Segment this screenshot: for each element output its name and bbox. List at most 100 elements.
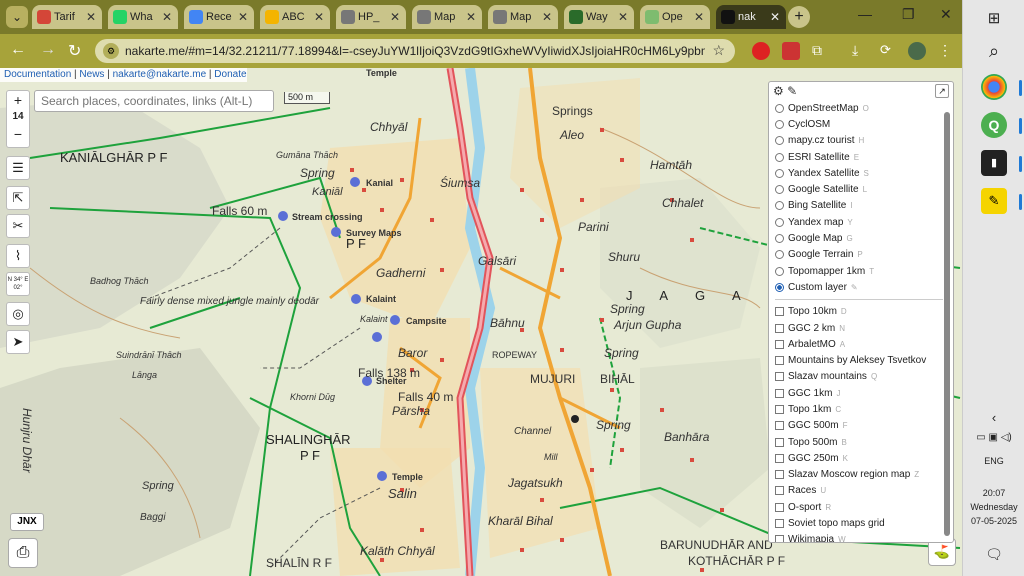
documentation-link[interactable]: Documentation xyxy=(4,69,71,80)
checkbox[interactable] xyxy=(775,535,784,542)
browser-tab[interactable]: nak ✕ xyxy=(716,5,786,29)
radio-button[interactable] xyxy=(775,152,784,162)
browser-tab[interactable]: Map ✕ xyxy=(488,5,558,29)
minimize-icon[interactable]: — xyxy=(858,6,872,22)
site-info-icon[interactable]: ⚙ xyxy=(103,43,119,59)
radio-button[interactable] xyxy=(775,136,784,146)
base-layer-option[interactable]: OpenStreetMap O xyxy=(775,100,943,116)
address-bar[interactable]: ⚙ nakarte.me/#m=14/32.21211/77.18994&l=-… xyxy=(95,39,735,63)
search-input[interactable] xyxy=(34,90,274,112)
browser-tab[interactable]: Ope ✕ xyxy=(640,5,710,29)
elevation-profile-icon[interactable]: ⌇ xyxy=(6,244,30,268)
checkbox[interactable] xyxy=(775,339,784,349)
overlay-layer-option[interactable]: Races U xyxy=(775,483,943,499)
print-icon[interactable]: ⎙ xyxy=(8,538,38,568)
radio-button[interactable] xyxy=(775,282,784,292)
radio-button[interactable] xyxy=(775,217,784,227)
panel-scrollbar[interactable] xyxy=(944,112,950,536)
overlay-layer-option[interactable]: Slazav mountains Q xyxy=(775,369,943,385)
checkbox[interactable] xyxy=(775,437,784,447)
overlay-layer-option[interactable]: GGC 1km J xyxy=(775,385,943,401)
close-window-icon[interactable]: ✕ xyxy=(940,6,952,23)
overlay-layer-option[interactable]: Topo 500m B xyxy=(775,434,943,450)
zoom-out-button[interactable]: − xyxy=(7,125,29,143)
radio-button[interactable] xyxy=(775,185,784,195)
checkbox[interactable] xyxy=(775,388,784,398)
menu-icon[interactable]: ⋮ xyxy=(938,42,956,60)
reload-button[interactable]: ↻ xyxy=(68,41,81,61)
language-indicator[interactable]: ENG xyxy=(963,456,1024,466)
browser-tab[interactable]: HP_ ✕ xyxy=(336,5,406,29)
forward-button[interactable]: → xyxy=(40,41,56,59)
base-layer-option[interactable]: Yandex map Y xyxy=(775,214,943,230)
extension-icon[interactable]: ⟳ xyxy=(880,42,898,60)
email-link[interactable]: nakarte@nakarte.me xyxy=(113,69,207,80)
browser-tab[interactable]: Wha ✕ xyxy=(108,5,178,29)
menu-button[interactable]: ☰ xyxy=(6,156,30,180)
terminal-icon[interactable]: ▮ xyxy=(981,150,1007,176)
restore-icon[interactable]: ❐ xyxy=(902,6,915,23)
radio-button[interactable] xyxy=(775,103,784,113)
radio-button[interactable] xyxy=(775,266,784,276)
extensions-puzzle-icon[interactable]: ⧉ xyxy=(812,42,830,60)
base-layer-option[interactable]: Google Map G xyxy=(775,230,943,246)
checkbox[interactable] xyxy=(775,323,784,333)
overlay-layer-option[interactable]: ArbaletMO A xyxy=(775,336,943,352)
overlay-layer-option[interactable]: Wikimapia W xyxy=(775,532,943,542)
layers-settings-icon[interactable]: ⚙ ✎ xyxy=(773,84,797,98)
close-tab-icon[interactable]: ✕ xyxy=(466,5,476,29)
close-tab-icon[interactable]: ✕ xyxy=(238,5,248,29)
extension-icon[interactable] xyxy=(782,42,800,60)
checkbox[interactable] xyxy=(775,453,784,463)
base-layer-option[interactable]: Google Satellite L xyxy=(775,181,943,197)
new-tab-button[interactable]: + xyxy=(788,6,810,28)
checkbox[interactable] xyxy=(775,404,784,414)
donate-link[interactable]: Donate xyxy=(214,69,246,80)
close-tab-icon[interactable]: ✕ xyxy=(314,5,324,29)
radio-button[interactable] xyxy=(775,119,784,129)
bookmark-star-icon[interactable]: ☆ xyxy=(712,42,725,59)
base-layer-option[interactable]: Yandex Satellite S xyxy=(775,165,943,181)
jnx-button[interactable]: JNX xyxy=(10,513,44,531)
zoom-in-button[interactable]: + xyxy=(7,91,29,109)
overlay-layer-option[interactable]: GGC 250m K xyxy=(775,450,943,466)
close-tab-icon[interactable]: ✕ xyxy=(162,5,172,29)
clock-time[interactable]: 20:07 xyxy=(963,488,1024,498)
chevron-left-icon[interactable]: ‹ xyxy=(963,410,1024,425)
checkbox[interactable] xyxy=(775,356,784,366)
base-layer-option[interactable]: CyclOSM xyxy=(775,116,943,132)
notification-icon[interactable]: 🗨 xyxy=(963,546,1024,563)
browser-tab[interactable]: ABC ✕ xyxy=(260,5,330,29)
collapse-panel-icon[interactable]: ↗ xyxy=(935,84,949,98)
profile-avatar[interactable] xyxy=(908,42,926,60)
radio-button[interactable] xyxy=(775,201,784,211)
radio-button[interactable] xyxy=(775,168,784,178)
browser-tab[interactable]: Tarif ✕ xyxy=(32,5,102,29)
checkbox[interactable] xyxy=(775,502,784,512)
base-layer-option[interactable]: mapy.cz tourist H xyxy=(775,133,943,149)
system-tray-icons[interactable]: ▭ ▣ ◁) xyxy=(963,432,1024,443)
close-tab-icon[interactable]: ✕ xyxy=(86,5,96,29)
checkbox[interactable] xyxy=(775,486,784,496)
qgis-icon[interactable]: Q xyxy=(981,112,1007,138)
chrome-icon[interactable] xyxy=(981,74,1007,100)
news-link[interactable]: News xyxy=(79,69,104,80)
tab-search-button[interactable]: ⌄ xyxy=(6,6,28,28)
base-layer-option[interactable]: Google Terrain P xyxy=(775,247,943,263)
browser-tab[interactable]: Map ✕ xyxy=(412,5,482,29)
overlay-layer-option[interactable]: Soviet topo maps grid xyxy=(775,515,943,531)
overlay-layer-option[interactable]: Topo 10km D xyxy=(775,304,943,320)
browser-tab[interactable]: Way ✕ xyxy=(564,5,634,29)
external-link-icon[interactable]: ⇱ xyxy=(6,186,30,210)
close-tab-icon[interactable]: ✕ xyxy=(390,5,400,29)
base-layer-option[interactable]: Bing Satellite I xyxy=(775,198,943,214)
overlay-layer-option[interactable]: GGC 2 km N xyxy=(775,320,943,336)
app-icon[interactable]: ✎ xyxy=(981,188,1007,214)
overlay-layer-option[interactable]: Mountains by Aleksey Tsvetkov xyxy=(775,352,943,368)
browser-tab[interactable]: Rece ✕ xyxy=(184,5,254,29)
map-view[interactable]: KANIĀLGHĀR P F Falls 60 m Stream crossin… xyxy=(0,68,962,576)
download-icon[interactable]: ⤓ xyxy=(852,42,870,60)
checkbox[interactable] xyxy=(775,470,784,480)
coordinates-button[interactable]: N 34° E 02° xyxy=(6,272,30,296)
close-tab-icon[interactable]: ✕ xyxy=(694,5,704,29)
